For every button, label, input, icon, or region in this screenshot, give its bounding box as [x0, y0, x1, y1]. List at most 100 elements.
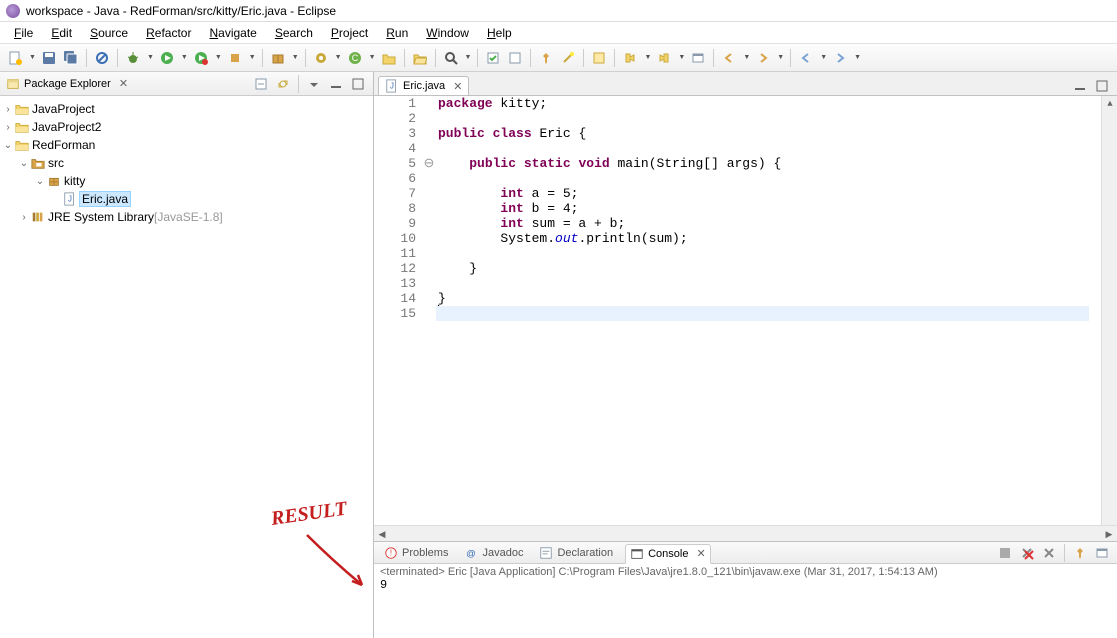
close-icon[interactable]: ✕	[696, 547, 705, 560]
console-displ-icon[interactable]	[1093, 544, 1111, 562]
toolbar-newclass-icon[interactable]: C	[346, 49, 364, 67]
console-removeall-icon[interactable]	[1018, 544, 1036, 562]
dropdown-arrow-icon[interactable]: ▼	[29, 54, 36, 61]
dropdown-arrow-icon[interactable]: ▼	[465, 54, 472, 61]
maximize-icon[interactable]	[1093, 77, 1111, 95]
toolbar-fwd-icon[interactable]	[754, 49, 772, 67]
toolbar-fwd2-icon[interactable]	[831, 49, 849, 67]
code-line[interactable]	[438, 171, 1101, 186]
toolbar-toggle-icon[interactable]	[506, 49, 524, 67]
toolbar-annot-icon[interactable]	[590, 49, 608, 67]
chevron-right-icon[interactable]: ›	[18, 212, 30, 223]
toolbar-open-icon[interactable]	[411, 49, 429, 67]
code-line[interactable]: int sum = a + b;	[438, 216, 1101, 231]
dropdown-arrow-icon[interactable]: ▼	[369, 54, 376, 61]
dropdown-arrow-icon[interactable]: ▼	[292, 54, 299, 61]
code-editor[interactable]: 123456789101112131415 ⊖ package kitty;pu…	[374, 96, 1117, 525]
chevron-right-icon[interactable]: ›	[2, 122, 14, 133]
chevron-down-icon[interactable]: ⌄	[34, 176, 46, 187]
editor-tab-eric[interactable]: J Eric.java ✕	[378, 76, 469, 95]
menu-window[interactable]: Window	[418, 24, 477, 42]
code-line[interactable]: }	[438, 291, 1101, 306]
code-line[interactable]: System.out.println(sum);	[438, 231, 1101, 246]
toolbar-extcfg-icon[interactable]	[226, 49, 244, 67]
package-explorer-tree[interactable]: ›JavaProject›JavaProject2⌄RedForman⌄src⌄…	[0, 96, 373, 638]
toolbar-tasks-icon[interactable]	[484, 49, 502, 67]
code-line[interactable]: package kitty;	[438, 96, 1101, 111]
toolbar-showin-icon[interactable]	[689, 49, 707, 67]
menu-navigate[interactable]: Navigate	[201, 24, 264, 42]
scroll-left-icon[interactable]: ◀	[374, 526, 390, 542]
dropdown-arrow-icon[interactable]: ▼	[215, 54, 222, 61]
code-line[interactable]: }	[438, 261, 1101, 276]
dropdown-arrow-icon[interactable]: ▼	[147, 54, 154, 61]
scroll-up-icon[interactable]: ▲	[1102, 96, 1117, 112]
toolbar-run-icon[interactable]	[158, 49, 176, 67]
toolbar-save-icon[interactable]	[40, 49, 58, 67]
pe-link-icon[interactable]	[274, 75, 292, 93]
dropdown-arrow-icon[interactable]: ▼	[181, 54, 188, 61]
vertical-scrollbar[interactable]: ▲	[1101, 96, 1117, 525]
pe-max-icon[interactable]	[349, 75, 367, 93]
toolbar-skip-icon[interactable]	[93, 49, 111, 67]
tab-declaration[interactable]: Declaration	[535, 544, 617, 562]
toolbar-newpkg-icon[interactable]	[269, 49, 287, 67]
dropdown-arrow-icon[interactable]: ▼	[777, 54, 784, 61]
menu-source[interactable]: Source	[82, 24, 136, 42]
close-icon[interactable]: ✕	[453, 80, 462, 93]
tree-item-javaproject[interactable]: ›JavaProject	[2, 100, 371, 118]
menu-edit[interactable]: Edit	[43, 24, 80, 42]
pe-viewmenu-icon[interactable]	[305, 75, 323, 93]
toolbar-newfolder-icon[interactable]	[380, 49, 398, 67]
dropdown-arrow-icon[interactable]: ▼	[335, 54, 342, 61]
dropdown-arrow-icon[interactable]: ▼	[743, 54, 750, 61]
tree-item-jre-system-library[interactable]: ›JRE System Library [JavaSE-1.8]	[2, 208, 371, 226]
toolbar-back2-icon[interactable]	[797, 49, 815, 67]
pe-min-icon[interactable]	[327, 75, 345, 93]
toolbar-back-icon[interactable]	[720, 49, 738, 67]
dropdown-arrow-icon[interactable]: ▼	[644, 54, 651, 61]
chevron-down-icon[interactable]: ⌄	[18, 158, 30, 169]
horizontal-scrollbar[interactable]: ◀ ▶	[374, 525, 1117, 541]
dropdown-arrow-icon[interactable]: ▼	[820, 54, 827, 61]
menu-search[interactable]: Search	[267, 24, 321, 42]
code-line[interactable]	[438, 141, 1101, 156]
dropdown-arrow-icon[interactable]: ▼	[854, 54, 861, 61]
close-icon[interactable]: ✕	[119, 77, 128, 90]
pe-collapse-icon[interactable]	[252, 75, 270, 93]
toolbar-runlast-icon[interactable]	[192, 49, 210, 67]
code-line[interactable]: int b = 4;	[438, 201, 1101, 216]
dropdown-arrow-icon[interactable]: ▼	[678, 54, 685, 61]
toolbar-saveall-icon[interactable]	[62, 49, 80, 67]
console-view[interactable]: <terminated> Eric [Java Application] C:\…	[374, 564, 1117, 638]
tab-javadoc[interactable]: @ Javadoc	[460, 544, 527, 562]
dropdown-arrow-icon[interactable]: ▼	[249, 54, 256, 61]
console-termd-icon[interactable]	[996, 544, 1014, 562]
menu-project[interactable]: Project	[323, 24, 376, 42]
toolbar-build-icon[interactable]	[312, 49, 330, 67]
toolbar-pin-icon[interactable]	[537, 49, 555, 67]
tree-item-src[interactable]: ⌄src	[2, 154, 371, 172]
toolbar-wand-icon[interactable]	[559, 49, 577, 67]
code-line[interactable]: public class Eric {	[438, 126, 1101, 141]
tree-item-kitty[interactable]: ⌄kitty	[2, 172, 371, 190]
menu-refactor[interactable]: Refactor	[138, 24, 199, 42]
toolbar-prev-icon[interactable]	[655, 49, 673, 67]
tab-problems[interactable]: ! Problems	[380, 544, 452, 562]
chevron-right-icon[interactable]: ›	[2, 104, 14, 115]
tree-item-eric-java[interactable]: JEric.java	[2, 190, 371, 208]
console-pin-icon[interactable]	[1071, 544, 1089, 562]
console-remove-icon[interactable]	[1040, 544, 1058, 562]
tree-item-redforman[interactable]: ⌄RedForman	[2, 136, 371, 154]
minimize-icon[interactable]	[1071, 77, 1089, 95]
code-line[interactable]: int a = 5;	[438, 186, 1101, 201]
toolbar-next-icon[interactable]	[621, 49, 639, 67]
code-line[interactable]	[438, 246, 1101, 261]
toolbar-new-icon[interactable]	[6, 49, 24, 67]
code-line[interactable]	[438, 276, 1101, 291]
toolbar-search-icon[interactable]	[442, 49, 460, 67]
toolbar-debug-icon[interactable]	[124, 49, 142, 67]
code-line[interactable]: public static void main(String[] args) {	[438, 156, 1101, 171]
menu-file[interactable]: File	[6, 24, 41, 42]
menu-run[interactable]: Run	[378, 24, 416, 42]
